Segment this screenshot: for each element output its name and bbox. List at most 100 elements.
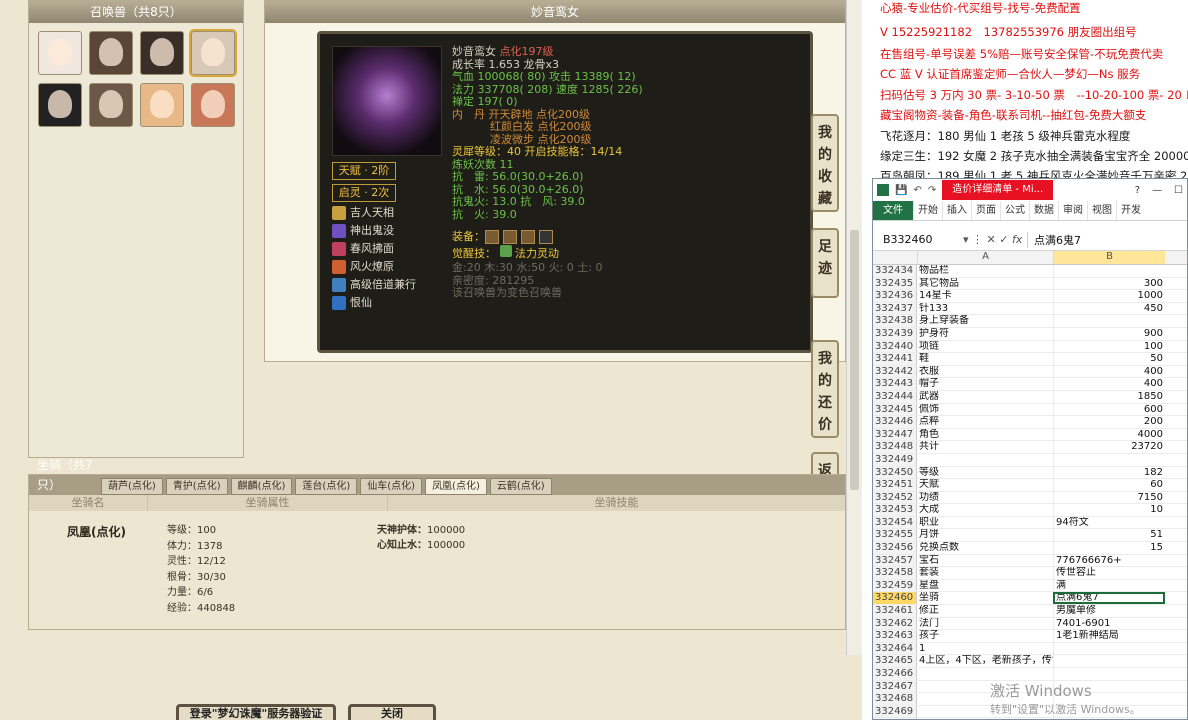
- cell-b[interactable]: [1053, 668, 1165, 680]
- talent-badge[interactable]: 天赋 · 2阶: [332, 162, 396, 180]
- cell-b[interactable]: 7401-6901: [1053, 617, 1165, 630]
- cell-b[interactable]: 1850: [1053, 390, 1165, 403]
- cell-b[interactable]: 1老1新神结局: [1053, 630, 1165, 642]
- equip-slot-icon[interactable]: [521, 230, 535, 244]
- row-number[interactable]: 332469: [873, 705, 917, 718]
- cell-b[interactable]: 400: [1053, 378, 1165, 390]
- row-number[interactable]: 332454: [873, 516, 917, 529]
- cell-b[interactable]: 4000: [1053, 428, 1165, 441]
- mount-tab[interactable]: 青护(点化): [165, 478, 228, 495]
- row-number[interactable]: 332434: [873, 265, 917, 277]
- row-number[interactable]: 332462: [873, 617, 917, 630]
- pet-skill[interactable]: 吉人天相: [332, 204, 416, 222]
- cell-a[interactable]: 点粹: [917, 416, 1053, 428]
- cell-b[interactable]: 23720: [1053, 441, 1165, 453]
- row-number[interactable]: 332446: [873, 416, 917, 428]
- ribbon-tab[interactable]: 页面: [971, 201, 1000, 220]
- undo-icon[interactable]: ↶: [913, 185, 921, 196]
- ribbon-tab[interactable]: 公式: [1000, 201, 1029, 220]
- cell-a[interactable]: 等级: [917, 467, 1053, 479]
- cell-b[interactable]: 900: [1053, 327, 1165, 340]
- cell-b[interactable]: 点满6鬼7: [1053, 592, 1165, 605]
- cell-a[interactable]: 项链: [917, 341, 1053, 353]
- row-number[interactable]: 332435: [873, 277, 917, 290]
- cell-a[interactable]: 护身符: [917, 328, 1053, 340]
- row-number[interactable]: 332442: [873, 365, 917, 378]
- save-icon[interactable]: 💾: [895, 185, 907, 196]
- cell-a[interactable]: 物品栏: [917, 265, 1053, 277]
- cell-b[interactable]: [1053, 655, 1165, 667]
- row-number[interactable]: 332457: [873, 554, 917, 567]
- pet-skill[interactable]: 春风拂面: [332, 240, 416, 258]
- row-number[interactable]: 332458: [873, 567, 917, 579]
- enlight-badge[interactable]: 启灵 · 2次: [332, 184, 396, 202]
- cell-b[interactable]: 100: [1053, 340, 1165, 353]
- login-verify-button[interactable]: 登录"梦幻诛魔"服务器验证: [176, 704, 336, 720]
- cell-a[interactable]: 帽子: [917, 378, 1053, 390]
- row-number[interactable]: 332449: [873, 453, 917, 466]
- my-favorites-tab[interactable]: 我的收藏: [811, 114, 839, 212]
- cell-a[interactable]: 兑换点数: [917, 542, 1053, 554]
- cell-b[interactable]: 400: [1053, 365, 1165, 378]
- ribbon-tab[interactable]: 数据: [1029, 201, 1058, 220]
- cell-a[interactable]: 衣服: [917, 366, 1053, 378]
- mount-tab[interactable]: 莲台(点化): [295, 478, 358, 495]
- redo-icon[interactable]: ↷: [928, 185, 936, 196]
- cell-a[interactable]: 身上穿装备: [917, 315, 1053, 327]
- row-number[interactable]: 332447: [873, 428, 917, 441]
- equip-slot-icon[interactable]: [539, 230, 553, 244]
- maximize-icon[interactable]: ☐: [1174, 185, 1187, 196]
- row-number[interactable]: 332438: [873, 315, 917, 327]
- cell-a[interactable]: [917, 668, 1053, 680]
- mount-tab[interactable]: 麒麟(点化): [230, 478, 293, 495]
- cell-a[interactable]: 宝石: [917, 555, 1053, 567]
- cell-b[interactable]: 776766676+: [1053, 554, 1165, 567]
- pet-skill[interactable]: 神出鬼没: [332, 222, 416, 240]
- cell-b[interactable]: [1053, 265, 1165, 277]
- cell-a[interactable]: [917, 454, 1053, 466]
- cell-b[interactable]: 15: [1053, 542, 1165, 554]
- cell-b[interactable]: 60: [1053, 479, 1165, 491]
- formula-input[interactable]: 点满6鬼7: [1027, 231, 1187, 248]
- row-number[interactable]: 332468: [873, 693, 917, 705]
- ribbon-tab[interactable]: 审阅: [1058, 201, 1087, 220]
- row-number[interactable]: 332451: [873, 479, 917, 491]
- mount-tab[interactable]: 葫芦(点化): [101, 478, 163, 495]
- row-number[interactable]: 332463: [873, 630, 917, 642]
- summon-avatar[interactable]: [189, 29, 237, 77]
- ribbon-tab[interactable]: 视图: [1087, 201, 1116, 220]
- pet-skill[interactable]: 高级倍道兼行: [332, 276, 416, 294]
- name-box[interactable]: B332460: [873, 233, 963, 246]
- cell-b[interactable]: [1053, 642, 1165, 655]
- cell-b[interactable]: 182: [1053, 466, 1165, 479]
- pet-skill[interactable]: 恨仙: [332, 294, 416, 312]
- row-number[interactable]: 332436: [873, 290, 917, 302]
- cell-b[interactable]: [1053, 453, 1165, 466]
- row-number[interactable]: 332448: [873, 441, 917, 453]
- cell-b[interactable]: 7150: [1053, 491, 1165, 504]
- mount-tab[interactable]: 凤凰(点化): [425, 478, 487, 495]
- close-button[interactable]: 关闭: [348, 704, 436, 720]
- row-number[interactable]: 332443: [873, 378, 917, 390]
- cell-b[interactable]: 450: [1053, 302, 1165, 315]
- pet-skill[interactable]: 风火燎原: [332, 258, 416, 276]
- row-number[interactable]: 332455: [873, 529, 917, 542]
- mount-tab[interactable]: 云鹤(点化): [489, 478, 552, 495]
- cell-a[interactable]: 职业: [917, 517, 1053, 529]
- ribbon-tab[interactable]: 开发: [1116, 201, 1145, 220]
- summon-avatar[interactable]: [140, 83, 184, 127]
- scrollbar-thumb[interactable]: [850, 230, 859, 490]
- row-number[interactable]: 332440: [873, 340, 917, 353]
- row-number[interactable]: 332450: [873, 466, 917, 479]
- cell-a[interactable]: 共计: [917, 441, 1053, 453]
- column-header-a[interactable]: A: [917, 251, 1053, 264]
- cell-a[interactable]: 月饼: [917, 529, 1053, 541]
- cell-b[interactable]: [1053, 315, 1165, 327]
- my-bargain-tab[interactable]: 我的还价: [811, 340, 839, 438]
- cell-b[interactable]: 200: [1053, 416, 1165, 428]
- row-number[interactable]: 332453: [873, 504, 917, 516]
- cell-a[interactable]: 其它物品: [917, 278, 1053, 290]
- cell-b[interactable]: 10: [1053, 504, 1165, 516]
- cell-b[interactable]: 满: [1053, 579, 1165, 592]
- cell-a[interactable]: 天赋: [917, 479, 1053, 491]
